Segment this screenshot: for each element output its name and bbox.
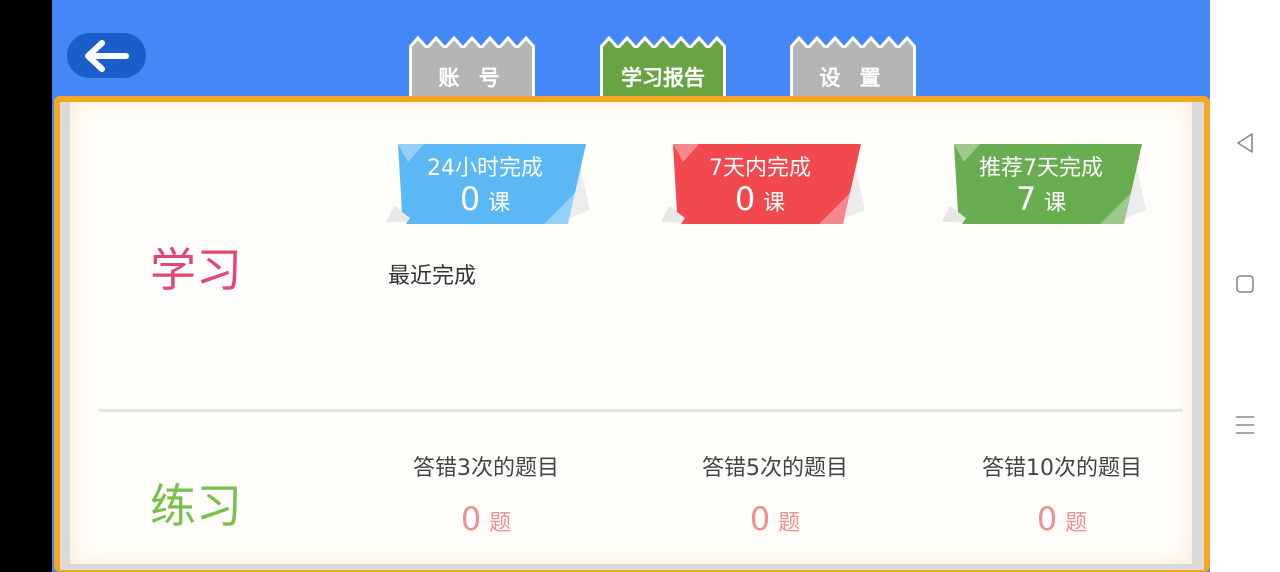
ribbon-24h-count-row: 0课 [380,180,590,218]
ribbon-24h-count: 0 [459,180,481,218]
wrong-3-times-count: 0 [460,500,482,538]
wrong-5-times-unit: 题 [778,511,801,536]
ribbon-24h-completed[interactable]: 24小时完成 0课 [380,140,590,226]
app-window: 账 号 学习报告 设 置 学习 24小时完成 0 课 7天内完成 0 课 推荐7… [52,0,1210,572]
tab-learning-report-label: 学习报告 [621,66,705,90]
wrong-5-times-title: 答错5次的题目 [702,456,848,481]
system-navigation-bar [1210,0,1280,572]
menu-lines-icon[interactable] [1233,413,1257,437]
ribbon-recommended-count-row: 7课 [936,180,1146,218]
report-card: 学习 24小时完成 0课 7天内完成 0 课 推荐7天完成 7 课 最近完成 练… [54,96,1210,572]
square-home-icon[interactable] [1233,272,1257,296]
wrong-10-times-count-row: 0题 [942,500,1182,538]
wrong-10-times-title: 答错10次的题目 [982,456,1142,481]
tab-account[interactable]: 账 号 [409,34,535,98]
left-black-strip [0,0,52,572]
ribbon-recommended-title: 推荐7天完成 [979,156,1103,181]
wrong-5-times-stat[interactable]: 答错5次的题目 0题 [655,450,895,538]
tab-zigzag-edge [409,34,535,48]
section-divider [99,409,1183,412]
tab-account-label: 账 号 [438,66,506,90]
ribbon-recommended-count: 7 [1015,180,1037,218]
ribbon-7day-completed[interactable]: 7天内完成 0课 [655,140,865,226]
ribbon-7day-count: 0 [734,180,756,218]
ribbon-7day-unit: 课 [763,191,786,216]
wrong-3-times-count-row: 0题 [366,500,606,538]
wrong-3-times-title: 答错3次的题目 [413,456,559,481]
wrong-10-times-unit: 题 [1065,511,1088,536]
card-paper: 学习 24小时完成 0课 7天内完成 0 课 推荐7天完成 7 课 最近完成 练… [70,102,1192,564]
back-button[interactable] [67,33,146,78]
ribbon-24h-title: 24小时完成 [427,156,543,181]
ribbon-recommended-7day[interactable]: 推荐7天完成 7课 [936,140,1146,226]
triangle-back-icon[interactable] [1233,131,1257,155]
tab-learning-report[interactable]: 学习报告 [600,34,726,98]
tab-settings[interactable]: 设 置 [790,34,916,98]
ribbon-24h-unit: 课 [488,191,511,216]
arrow-left-icon [84,39,129,72]
wrong-10-times-count: 0 [1036,500,1058,538]
wrong-3-times-unit: 题 [489,511,512,536]
wrong-10-times-stat[interactable]: 答错10次的题目 0题 [942,450,1182,538]
tab-zigzag-edge [600,34,726,48]
practice-section-title: 练习 [150,479,242,533]
wrong-5-times-count-row: 0题 [655,500,895,538]
recent-completed-label: 最近完成 [388,264,477,289]
study-section-title: 学习 [150,243,242,297]
tab-settings-label: 设 置 [819,66,887,90]
wrong-5-times-count: 0 [749,500,771,538]
ribbon-7day-title: 7天内完成 [709,156,811,181]
ribbon-7day-count-row: 0课 [655,180,865,218]
wrong-3-times-stat[interactable]: 答错3次的题目 0题 [366,450,606,538]
tab-zigzag-edge [790,34,916,48]
ribbon-recommended-unit: 课 [1044,191,1067,216]
